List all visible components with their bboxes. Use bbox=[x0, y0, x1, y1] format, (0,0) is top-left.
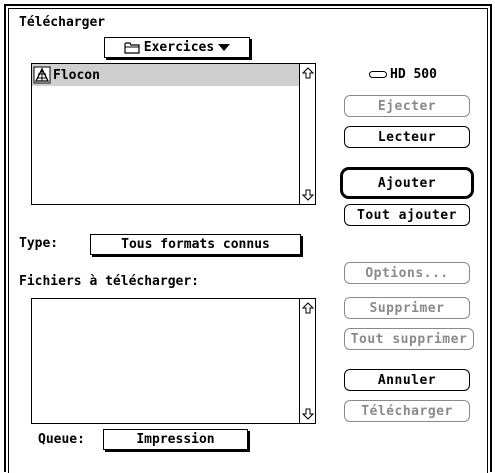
download-list[interactable] bbox=[31, 298, 316, 424]
add-button[interactable]: Ajouter bbox=[340, 167, 474, 199]
scroll-up-arrow-icon[interactable] bbox=[300, 300, 315, 315]
list-item[interactable]: Flocon bbox=[32, 64, 299, 86]
disk-name: HD 500 bbox=[390, 67, 437, 82]
dialog-title: Télécharger bbox=[19, 15, 106, 30]
list-item-name: Flocon bbox=[53, 67, 100, 83]
application-icon bbox=[33, 66, 51, 84]
download-button[interactable]: Télécharger bbox=[344, 400, 470, 422]
remove-button[interactable]: Supprimer bbox=[344, 297, 470, 319]
folder-icon bbox=[124, 42, 140, 54]
scroll-up-arrow-icon[interactable] bbox=[300, 65, 315, 80]
scroll-down-arrow-icon[interactable] bbox=[300, 187, 315, 202]
download-list-scrollbar[interactable] bbox=[299, 299, 315, 423]
cancel-button[interactable]: Annuler bbox=[344, 369, 470, 391]
queue-popup[interactable]: Impression bbox=[103, 429, 248, 450]
add-all-button[interactable]: Tout ajouter bbox=[344, 204, 470, 226]
remove-all-button[interactable]: Tout supprimer bbox=[344, 328, 474, 350]
hard-disk-icon bbox=[369, 71, 387, 78]
file-list[interactable]: Flocon bbox=[31, 63, 316, 205]
drive-button[interactable]: Lecteur bbox=[344, 126, 470, 148]
files-to-download-label: Fichiers à télécharger: bbox=[19, 274, 200, 289]
type-popup[interactable]: Tous formats connus bbox=[90, 234, 301, 255]
file-list-scrollbar[interactable] bbox=[299, 64, 315, 204]
options-button[interactable]: Options... bbox=[344, 262, 470, 284]
type-label: Type: bbox=[19, 236, 59, 251]
disk-indicator: HD 500 bbox=[369, 67, 437, 82]
scroll-down-arrow-icon[interactable] bbox=[300, 406, 315, 421]
eject-button[interactable]: Ejecter bbox=[344, 95, 470, 117]
chevron-down-icon bbox=[218, 44, 231, 51]
folder-popup-label: Exercices bbox=[143, 40, 215, 55]
folder-popup[interactable]: Exercices bbox=[104, 37, 250, 58]
queue-label: Queue: bbox=[38, 432, 85, 447]
type-popup-value: Tous formats connus bbox=[121, 237, 270, 252]
queue-popup-value: Impression bbox=[136, 432, 215, 447]
